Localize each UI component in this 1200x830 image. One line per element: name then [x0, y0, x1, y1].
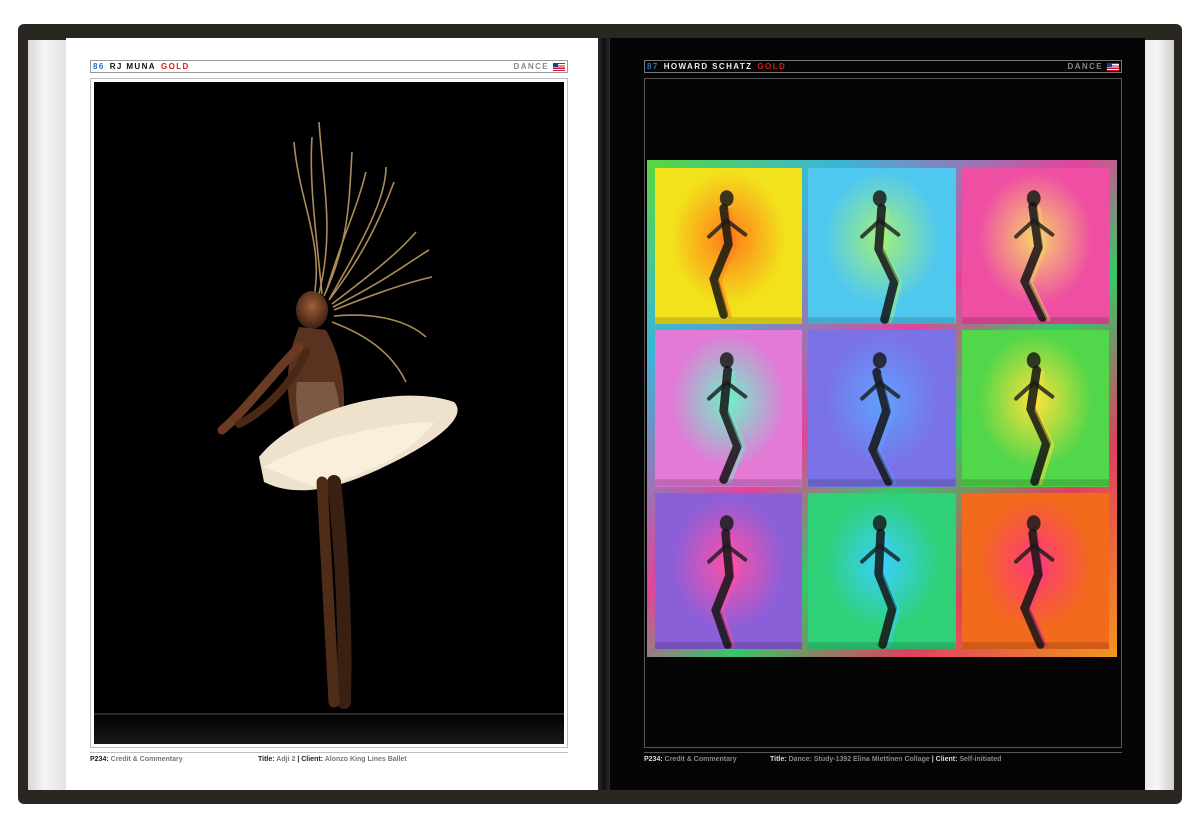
- dancer-figure: [961, 190, 1109, 325]
- collage-tile: [655, 168, 803, 325]
- title-label: Title:: [770, 756, 787, 763]
- dancer-figure: [655, 190, 803, 325]
- dancer-figure: [808, 352, 956, 487]
- title-value: Dance: Study-1392 Elina Miettinen Collag…: [788, 756, 930, 763]
- award-label: GOLD: [757, 62, 787, 71]
- collage-tile: [808, 330, 956, 487]
- collage-tile: [808, 168, 956, 325]
- separator: |: [297, 756, 300, 763]
- us-flag-icon: [1107, 62, 1119, 71]
- page-number: 86: [93, 62, 105, 71]
- client-value: Alonzo King Lines Ballet: [324, 756, 407, 763]
- us-flag-icon: [553, 62, 565, 71]
- photo-frame: [90, 78, 568, 748]
- page-edges-left: [28, 40, 68, 790]
- book-spine: [598, 38, 610, 790]
- page-number: 87: [647, 62, 659, 71]
- award-label: GOLD: [160, 62, 190, 71]
- dance-collage: [655, 168, 1109, 649]
- dancer-figure: [961, 352, 1109, 487]
- dancer-figure: [961, 514, 1109, 649]
- collage-tile: [961, 168, 1109, 325]
- title-label: Title:: [258, 756, 275, 763]
- left-page-footer: P234: Credit & Commentary Title: Adji 2 …: [90, 752, 568, 763]
- section-label: DANCE: [1067, 62, 1103, 71]
- collage-tile: [655, 330, 803, 487]
- separator: |: [931, 756, 934, 763]
- collage-tile: [961, 330, 1109, 487]
- credit-label: P234:: [90, 756, 109, 763]
- collage-tile: [961, 492, 1109, 649]
- credit-text: Credit & Commentary: [110, 756, 183, 763]
- photographer-name: RJ MUNA: [109, 62, 156, 71]
- dancer-photo: [94, 82, 564, 744]
- credit-label: P234:: [644, 756, 663, 763]
- client-label: Client:: [301, 756, 324, 763]
- section-label: DANCE: [513, 62, 549, 71]
- right-page-header: 87 HOWARD SCHATZ GOLD DANCE: [644, 60, 1122, 73]
- credit-text: Credit & Commentary: [664, 756, 737, 763]
- dancer-figure: [655, 514, 803, 649]
- left-page-header: 86 RJ MUNA GOLD DANCE: [90, 60, 568, 73]
- collage-tile: [655, 492, 803, 649]
- client-value: Self-initiated: [959, 756, 1002, 763]
- dancer-figure: [808, 514, 956, 649]
- photographer-name: HOWARD SCHATZ: [663, 62, 753, 71]
- dancer-figure: [655, 352, 803, 487]
- dancer-figure: [808, 190, 956, 325]
- title-value: Adji 2: [276, 756, 296, 763]
- page-edges-right: [1140, 40, 1174, 790]
- left-page: 86 RJ MUNA GOLD DANCE P234: Credit & Com…: [66, 38, 598, 790]
- collage-tile: [808, 492, 956, 649]
- right-page-footer: P234: Credit & Commentary Title: Dance: …: [644, 752, 1122, 763]
- client-label: Client:: [935, 756, 958, 763]
